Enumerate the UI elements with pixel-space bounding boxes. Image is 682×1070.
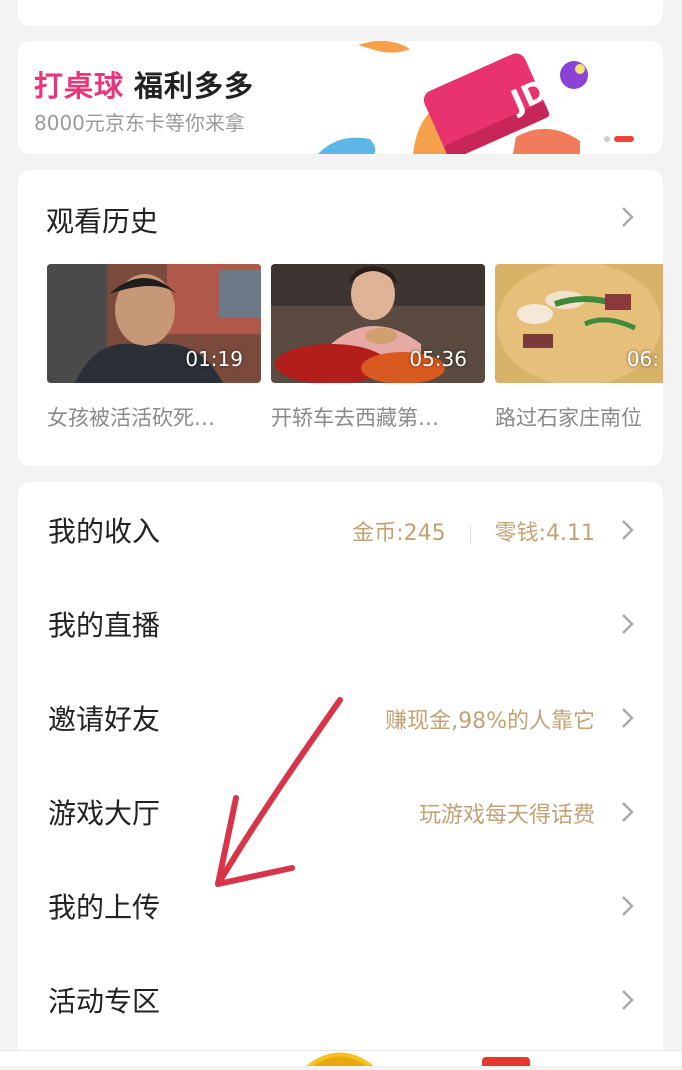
menu-item-live[interactable]: 我的直播 xyxy=(18,576,663,670)
bottom-tab-bar xyxy=(0,1050,682,1069)
video-thumbnail[interactable]: 05:36 xyxy=(271,264,485,383)
menu-item-games[interactable]: 游戏大厅 玩游戏每天得话费 xyxy=(18,764,663,858)
menu-item-label: 活动专区 xyxy=(48,985,161,1018)
menu-item-invite[interactable]: 邀请好友 赚现金,98%的人靠它 xyxy=(18,670,663,764)
menu-item-events[interactable]: 活动专区 xyxy=(18,952,663,1046)
watch-history-card: 观看历史 01:19 女孩被活活砍死… 05:36 开轿车去西藏第… 06: 路… xyxy=(18,170,663,466)
coin-balance: 金币:245 xyxy=(352,521,446,546)
video-thumbnail[interactable]: 01:19 xyxy=(47,264,261,383)
menu-item-upload[interactable]: 我的上传 xyxy=(18,858,663,952)
divider xyxy=(469,525,471,543)
banner-title-highlight: 打桌球 xyxy=(34,69,125,103)
menu-card: 我的收入 金币:245 零钱:4.11 我的直播 邀请好友 赚现金,98%的人靠它… xyxy=(18,482,663,1065)
chevron-right-icon xyxy=(622,614,634,634)
menu-item-label: 游戏大厅 xyxy=(48,797,161,830)
video-title[interactable]: 路过石家庄南位 xyxy=(495,402,663,432)
change-balance: 零钱:4.11 xyxy=(494,521,595,546)
games-note: 玩游戏每天得话费 xyxy=(418,803,595,828)
tab-bar-icons xyxy=(306,1052,530,1069)
chevron-right-icon[interactable] xyxy=(615,202,639,232)
banner-title-main: 福利多多 xyxy=(134,69,255,103)
chevron-right-icon xyxy=(622,990,634,1010)
chevron-right-icon xyxy=(622,802,634,822)
menu-item-label: 我的收入 xyxy=(48,515,161,548)
menu-item-label: 我的上传 xyxy=(48,891,161,924)
chevron-right-icon xyxy=(622,896,634,916)
banner-title: 打桌球 福利多多 xyxy=(34,63,254,105)
menu-item-income[interactable]: 我的收入 金币:245 零钱:4.11 xyxy=(18,482,663,576)
banner-subtitle: 8000元京东卡等你来拿 xyxy=(34,111,245,135)
video-title[interactable]: 女孩被活活砍死… xyxy=(47,402,247,432)
income-summary: 金币:245 零钱:4.11 xyxy=(352,515,595,547)
video-thumbnail[interactable]: 06: xyxy=(495,264,663,383)
top-card-stub xyxy=(18,0,663,26)
menu-item-label: 邀请好友 xyxy=(48,703,161,736)
watch-history-title[interactable]: 观看历史 xyxy=(46,200,158,240)
video-duration: 01:19 xyxy=(185,347,243,371)
video-duration: 05:36 xyxy=(409,347,467,371)
video-title[interactable]: 开轿车去西藏第… xyxy=(271,402,471,432)
invite-note: 赚现金,98%的人靠它 xyxy=(385,709,595,734)
video-duration: 06: xyxy=(626,347,659,371)
chevron-right-icon xyxy=(622,520,634,540)
chevron-right-icon xyxy=(622,708,634,728)
menu-item-label: 我的直播 xyxy=(48,609,161,642)
promo-banner[interactable]: JD 打桌球 福利多多 8000元京东卡等你来拿 xyxy=(18,41,663,154)
